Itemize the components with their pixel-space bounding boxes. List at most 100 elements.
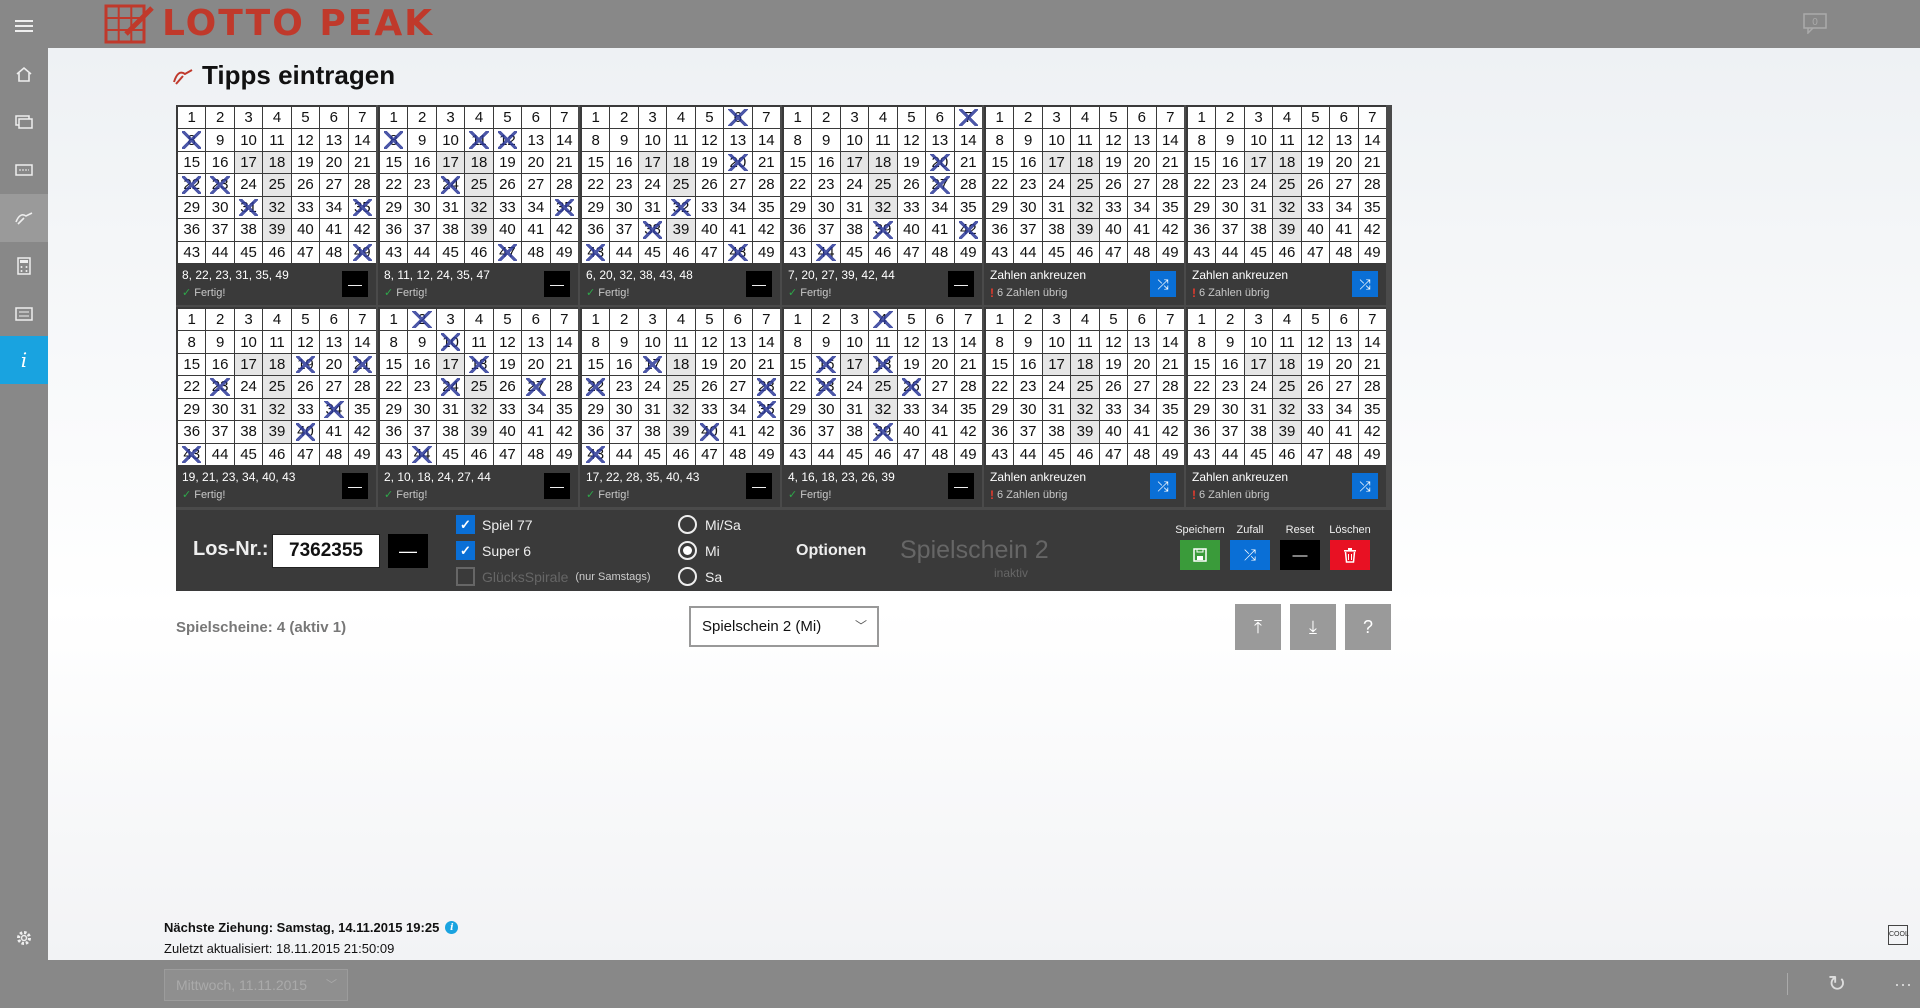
number-cell[interactable]: 33 (897, 398, 926, 421)
options-button[interactable]: Optionen (796, 542, 866, 560)
number-cell[interactable]: 25 (1071, 376, 1099, 398)
number-cell[interactable]: 5 (1301, 309, 1330, 331)
number-cell[interactable]: 42 (954, 219, 982, 241)
number-cell[interactable]: 36 (986, 421, 1014, 443)
number-cell[interactable]: 34 (1128, 398, 1156, 421)
number-cell[interactable]: 19 (695, 151, 724, 174)
number-cell[interactable]: 46 (667, 443, 695, 465)
number-cell[interactable]: 13 (1330, 129, 1358, 151)
number-cell[interactable]: 44 (206, 443, 234, 465)
number-cell[interactable]: 7 (954, 309, 982, 331)
number-cell[interactable]: 27 (1330, 376, 1358, 398)
number-cell[interactable]: 6 (724, 107, 752, 129)
number-cell[interactable]: 44 (610, 443, 638, 465)
number-cell[interactable]: 41 (320, 219, 348, 241)
number-cell[interactable]: 18 (263, 353, 291, 376)
number-cell[interactable]: 6 (926, 309, 954, 331)
number-cell[interactable]: 33 (1099, 196, 1128, 219)
number-cell[interactable]: 42 (348, 219, 376, 241)
super6-checkbox[interactable]: ✓ Super 6 (456, 541, 531, 560)
number-cell[interactable]: 9 (408, 331, 436, 353)
number-cell[interactable]: 20 (1330, 151, 1358, 174)
number-cell[interactable]: 18 (869, 353, 897, 376)
draw-date-select[interactable]: Mittwoch, 11.11.2015 ﹀ (164, 969, 348, 1001)
number-cell[interactable]: 22 (582, 376, 610, 398)
number-cell[interactable]: 31 (1244, 196, 1273, 219)
number-cell[interactable]: 43 (582, 241, 610, 263)
number-cell[interactable]: 17 (234, 151, 263, 174)
number-cell[interactable]: 18 (667, 353, 695, 376)
number-cell[interactable]: 36 (1188, 421, 1216, 443)
number-cell[interactable]: 37 (812, 421, 840, 443)
number-cell[interactable]: 17 (1042, 151, 1071, 174)
number-cell[interactable]: 21 (1156, 353, 1184, 376)
number-cell[interactable]: 2 (610, 107, 638, 129)
number-cell[interactable]: 31 (1244, 398, 1273, 421)
number-cell[interactable]: 33 (695, 196, 724, 219)
number-cell[interactable]: 13 (1128, 129, 1156, 151)
number-cell[interactable]: 44 (812, 241, 840, 263)
number-cell[interactable]: 22 (986, 174, 1014, 196)
number-cell[interactable]: 21 (1358, 353, 1386, 376)
number-cell[interactable]: 23 (610, 174, 638, 196)
number-cell[interactable]: 25 (465, 376, 493, 398)
number-cell[interactable]: 33 (493, 196, 522, 219)
random-ticket-button[interactable]: ⤮ (1150, 473, 1176, 499)
number-cell[interactable]: 5 (695, 107, 724, 129)
number-cell[interactable]: 8 (1188, 331, 1216, 353)
number-cell[interactable]: 46 (1273, 443, 1301, 465)
save-button[interactable] (1180, 540, 1220, 570)
number-cell[interactable]: 2 (1014, 309, 1042, 331)
number-cell[interactable]: 22 (784, 376, 812, 398)
number-cell[interactable]: 15 (380, 151, 408, 174)
number-cell[interactable]: 46 (1071, 443, 1099, 465)
calculator-icon[interactable] (0, 242, 48, 290)
number-cell[interactable]: 42 (550, 421, 578, 443)
number-cell[interactable]: 10 (1042, 129, 1071, 151)
number-cell[interactable]: 38 (638, 219, 667, 241)
number-cell[interactable]: 36 (582, 421, 610, 443)
number-cell[interactable]: 38 (840, 219, 869, 241)
info-icon[interactable]: i (0, 336, 48, 384)
random-ticket-button[interactable]: ⤮ (1150, 271, 1176, 297)
number-cell[interactable]: 19 (291, 151, 320, 174)
number-cell[interactable]: 47 (695, 443, 724, 465)
number-cell[interactable]: 29 (380, 398, 408, 421)
number-cell[interactable]: 26 (291, 174, 320, 196)
number-cell[interactable]: 37 (1216, 421, 1244, 443)
number-cell[interactable]: 19 (1301, 151, 1330, 174)
number-cell[interactable]: 2 (610, 309, 638, 331)
number-cell[interactable]: 9 (812, 129, 840, 151)
number-cell[interactable]: 48 (1330, 241, 1358, 263)
number-cell[interactable]: 19 (897, 151, 926, 174)
clear-ticket-button[interactable]: — (342, 271, 368, 297)
number-cell[interactable]: 32 (1071, 398, 1099, 421)
number-cell[interactable]: 35 (550, 398, 578, 421)
number-cell[interactable]: 17 (234, 353, 263, 376)
number-cell[interactable]: 43 (986, 443, 1014, 465)
number-cell[interactable]: 5 (291, 107, 320, 129)
number-cell[interactable]: 4 (1273, 309, 1301, 331)
number-cell[interactable]: 30 (1216, 196, 1244, 219)
number-cell[interactable]: 3 (638, 309, 667, 331)
number-cell[interactable]: 15 (986, 151, 1014, 174)
number-cell[interactable]: 40 (695, 219, 724, 241)
number-cell[interactable]: 32 (1071, 196, 1099, 219)
number-cell[interactable]: 25 (1273, 174, 1301, 196)
number-cell[interactable]: 17 (436, 151, 465, 174)
number-cell[interactable]: 48 (1330, 443, 1358, 465)
number-cell[interactable]: 29 (986, 398, 1014, 421)
number-cell[interactable]: 28 (550, 376, 578, 398)
number-cell[interactable]: 31 (436, 398, 465, 421)
number-cell[interactable]: 7 (550, 309, 578, 331)
number-cell[interactable]: 27 (1330, 174, 1358, 196)
number-cell[interactable]: 11 (667, 129, 695, 151)
number-cell[interactable]: 4 (465, 309, 493, 331)
number-cell[interactable]: 26 (493, 174, 522, 196)
number-cell[interactable]: 21 (752, 353, 780, 376)
number-cell[interactable]: 3 (436, 309, 465, 331)
number-cell[interactable]: 12 (493, 331, 522, 353)
number-cell[interactable]: 25 (1273, 376, 1301, 398)
number-cell[interactable]: 16 (1216, 353, 1244, 376)
number-cell[interactable]: 15 (380, 353, 408, 376)
